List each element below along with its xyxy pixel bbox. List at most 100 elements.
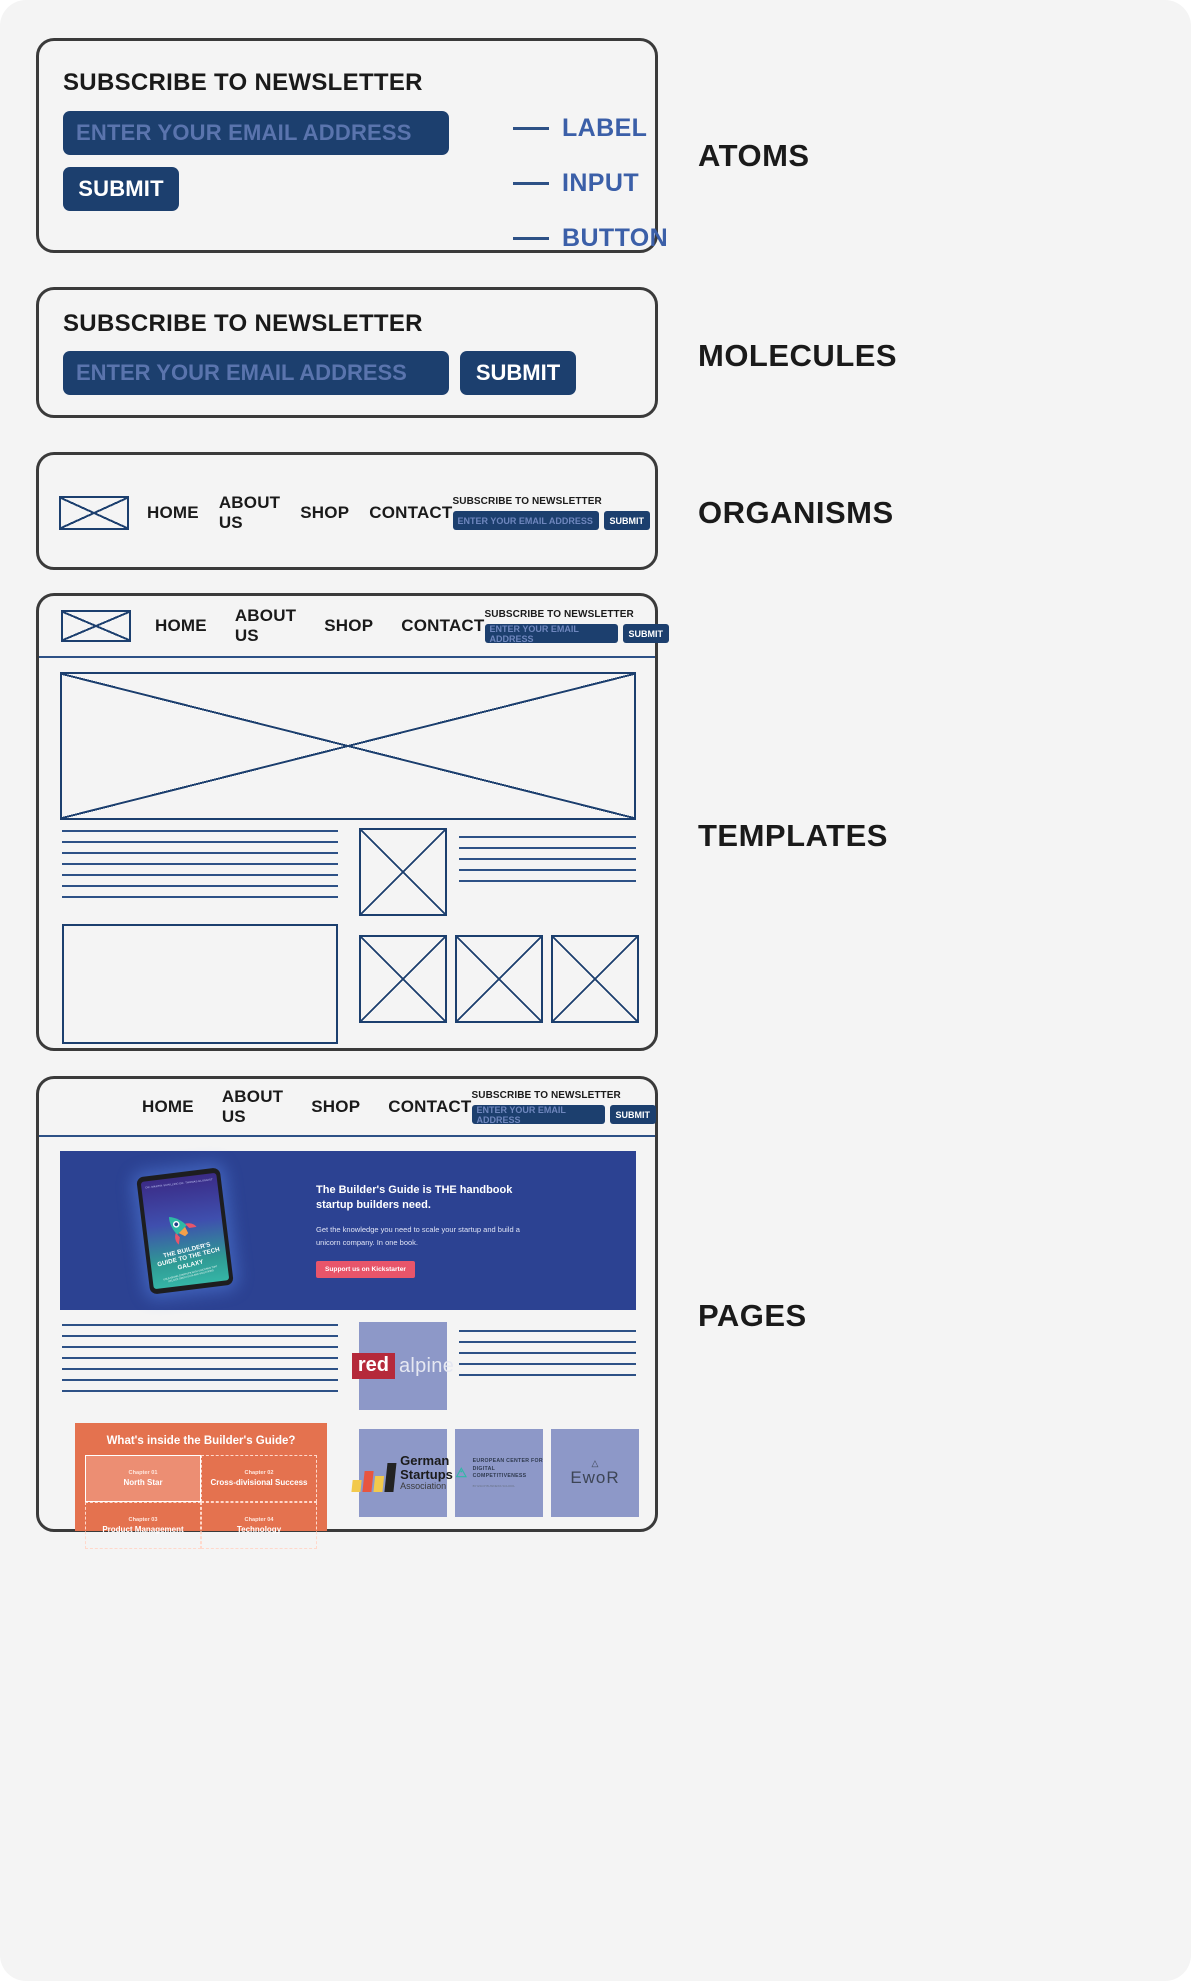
partner-logo-ewor: △ EwoR xyxy=(551,1429,639,1517)
submit-button[interactable]: SUBMIT xyxy=(622,624,669,643)
text-block-right xyxy=(459,836,636,891)
header-newsletter: SUBSCRIBE TO NEWSLETTER ENTER YOUR EMAIL… xyxy=(471,1090,656,1125)
newsletter-form: ENTER YOUR EMAIL ADDRESS SUBMIT xyxy=(63,351,631,395)
leader-line-icon xyxy=(513,237,549,240)
site-header: HOME ABOUT US SHOP CONTACT SUBSCRIBE TO … xyxy=(39,1079,656,1137)
nav-item-contact[interactable]: CONTACT xyxy=(401,616,484,636)
nav-item-shop[interactable]: SHOP xyxy=(300,503,349,523)
gsa-wordmark: German Startups Association xyxy=(400,1454,453,1491)
legend-button: BUTTON xyxy=(513,224,668,253)
newsletter-label: SUBSCRIBE TO NEWSLETTER xyxy=(63,310,423,337)
submit-button-label: SUBMIT xyxy=(628,628,664,639)
text-block-right xyxy=(459,1330,636,1385)
nav-item-about-us[interactable]: ABOUT US xyxy=(235,606,296,646)
submit-button[interactable]: SUBMIT xyxy=(609,1105,656,1124)
header-newsletter: SUBSCRIBE TO NEWSLETTER ENTER YOUR EMAIL… xyxy=(484,609,669,644)
tablet-device: DR. MARTIN SCHILLING DR. THOMAS KLUGKIST xyxy=(136,1166,234,1295)
submit-button[interactable]: SUBMIT xyxy=(603,511,650,530)
chapters-grid: Chapter 01 North Star Chapter 02 Cross-d… xyxy=(85,1455,317,1549)
hero-image-placeholder-icon xyxy=(60,672,636,820)
nav-item-home[interactable]: HOME xyxy=(147,503,199,523)
kickstarter-cta-button[interactable]: Support us on Kickstarter xyxy=(316,1260,415,1278)
logo-placeholder-icon xyxy=(59,496,129,530)
ecdc-line-3: BY ESCP BUSINESS SCHOOL xyxy=(472,1484,516,1489)
email-input-placeholder: ENTER YOUR EMAIL ADDRESS xyxy=(457,515,593,526)
tablet-mockup: DR. MARTIN SCHILLING DR. THOMAS KLUGKIST xyxy=(60,1166,310,1295)
email-input[interactable]: ENTER YOUR EMAIL ADDRESS xyxy=(484,624,618,644)
gsa-line-3: Association xyxy=(400,1481,447,1491)
redalpine-alpine-text: alpine xyxy=(398,1354,455,1377)
nav-item-contact[interactable]: CONTACT xyxy=(369,503,452,523)
chapter-card[interactable]: Chapter 04 Technology xyxy=(201,1502,317,1549)
ecdc-wordmark: EUROPEAN CENTER FOR DIGITAL COMPETITIVEN… xyxy=(473,1458,543,1488)
submit-button-label: SUBMIT xyxy=(615,1109,651,1120)
logo-placeholder-icon xyxy=(61,610,131,642)
nav-item-about-us[interactable]: ABOUT US xyxy=(222,1087,283,1127)
redalpine-red-text: red xyxy=(351,1353,395,1379)
nav-item-home[interactable]: HOME xyxy=(155,616,207,636)
chapter-number: Chapter 04 xyxy=(244,1516,274,1523)
email-input[interactable]: ENTER YOUR EMAIL ADDRESS xyxy=(63,111,449,155)
legend-label: LABEL xyxy=(513,114,647,143)
chapter-card[interactable]: Chapter 03 Product Management xyxy=(85,1502,201,1549)
email-input[interactable]: ENTER YOUR EMAIL ADDRESS xyxy=(63,351,449,395)
chapter-card[interactable]: Chapter 01 North Star xyxy=(85,1455,201,1502)
newsletter-form: ENTER YOUR EMAIL ADDRESS SUBMIT xyxy=(471,1105,656,1125)
newsletter-label: SUBSCRIBE TO NEWSLETTER xyxy=(63,69,423,96)
nav-item-about-us[interactable]: ABOUT US xyxy=(219,493,280,533)
main-nav: HOME ABOUT US SHOP CONTACT xyxy=(155,606,485,646)
section-title-atoms: ATOMS xyxy=(698,138,810,173)
legend-input: INPUT xyxy=(513,169,639,198)
partner-logo-european-center: EUROPEAN CENTER FOR DIGITAL COMPETITIVEN… xyxy=(455,1429,543,1517)
image-placeholder-icon xyxy=(359,935,447,1023)
leader-line-icon xyxy=(513,127,549,130)
chapter-number: Chapter 03 xyxy=(128,1516,158,1523)
newsletter-label: SUBSCRIBE TO NEWSLETTER xyxy=(471,1090,621,1101)
chapter-number: Chapter 01 xyxy=(128,1469,158,1476)
text-block-left xyxy=(62,1324,338,1401)
site-header: HOME ABOUT US SHOP CONTACT SUBSCRIBE TO … xyxy=(39,596,669,658)
section-title-molecules: MOLECULES xyxy=(698,338,898,373)
submit-button[interactable]: SUBMIT xyxy=(63,167,179,211)
triangle-mark-icon xyxy=(455,1467,467,1478)
chapter-card[interactable]: Chapter 02 Cross-divisional Success xyxy=(201,1455,317,1502)
ewor-triangle-icon: △ xyxy=(591,1457,599,1468)
email-input[interactable]: ENTER YOUR EMAIL ADDRESS xyxy=(452,511,599,530)
nav-item-home[interactable]: HOME xyxy=(142,1097,194,1117)
ewor-logo: △ EwoR xyxy=(570,1457,619,1488)
gsa-line-2: Startups xyxy=(400,1467,453,1483)
section-title-pages: PAGES xyxy=(698,1298,807,1333)
legend-button-text: BUTTON xyxy=(562,224,669,252)
rocket-icon xyxy=(169,1216,197,1245)
book-author-2: DR. THOMAS KLUGKIST xyxy=(179,1177,213,1185)
newsletter-label: SUBSCRIBE TO NEWSLETTER xyxy=(484,609,634,620)
main-nav: HOME ABOUT US SHOP CONTACT xyxy=(142,1087,472,1127)
image-placeholder-icon xyxy=(455,935,543,1023)
submit-button-label: SUBMIT xyxy=(475,360,561,385)
ecdc-logo: EUROPEAN CENTER FOR DIGITAL COMPETITIVEN… xyxy=(455,1458,543,1488)
newsletter-form: ENTER YOUR EMAIL ADDRESS SUBMIT xyxy=(452,511,650,530)
nav-item-contact[interactable]: CONTACT xyxy=(388,1097,471,1117)
gsa-bars-icon xyxy=(351,1462,397,1492)
legend-label-text: LABEL xyxy=(562,114,648,142)
chapters-promo-box: What's inside the Builder's Guide? Chapt… xyxy=(75,1423,327,1549)
submit-button-label: SUBMIT xyxy=(609,515,645,526)
section-title-templates: TEMPLATES xyxy=(698,818,888,853)
newsletter-label: SUBSCRIBE TO NEWSLETTER xyxy=(452,496,602,507)
nav-item-shop[interactable]: SHOP xyxy=(324,616,373,636)
atomic-design-overview: SUBSCRIBE TO NEWSLETTER ENTER YOUR EMAIL… xyxy=(0,0,1191,1981)
submit-button[interactable]: SUBMIT xyxy=(460,351,576,395)
molecules-inner: SUBSCRIBE TO NEWSLETTER ENTER YOUR EMAIL… xyxy=(39,290,655,395)
header-newsletter: SUBSCRIBE TO NEWSLETTER ENTER YOUR EMAIL… xyxy=(452,496,650,530)
chapter-name: Product Management xyxy=(102,1524,184,1534)
newsletter-form: ENTER YOUR EMAIL ADDRESS SUBMIT xyxy=(484,624,669,644)
organisms-card: HOME ABOUT US SHOP CONTACT SUBSCRIBE TO … xyxy=(36,452,658,570)
hero-body: Get the knowledge you need to scale your… xyxy=(316,1224,520,1247)
atoms-card: SUBSCRIBE TO NEWSLETTER ENTER YOUR EMAIL… xyxy=(36,38,668,253)
email-input[interactable]: ENTER YOUR EMAIL ADDRESS xyxy=(471,1105,605,1125)
chapters-title: What's inside the Builder's Guide? xyxy=(106,1435,296,1447)
templates-card: HOME ABOUT US SHOP CONTACT SUBSCRIBE TO … xyxy=(36,593,669,1051)
nav-item-shop[interactable]: SHOP xyxy=(311,1097,360,1117)
redalpine-logo: red alpine xyxy=(351,1322,454,1410)
legend-input-text: INPUT xyxy=(562,169,639,197)
